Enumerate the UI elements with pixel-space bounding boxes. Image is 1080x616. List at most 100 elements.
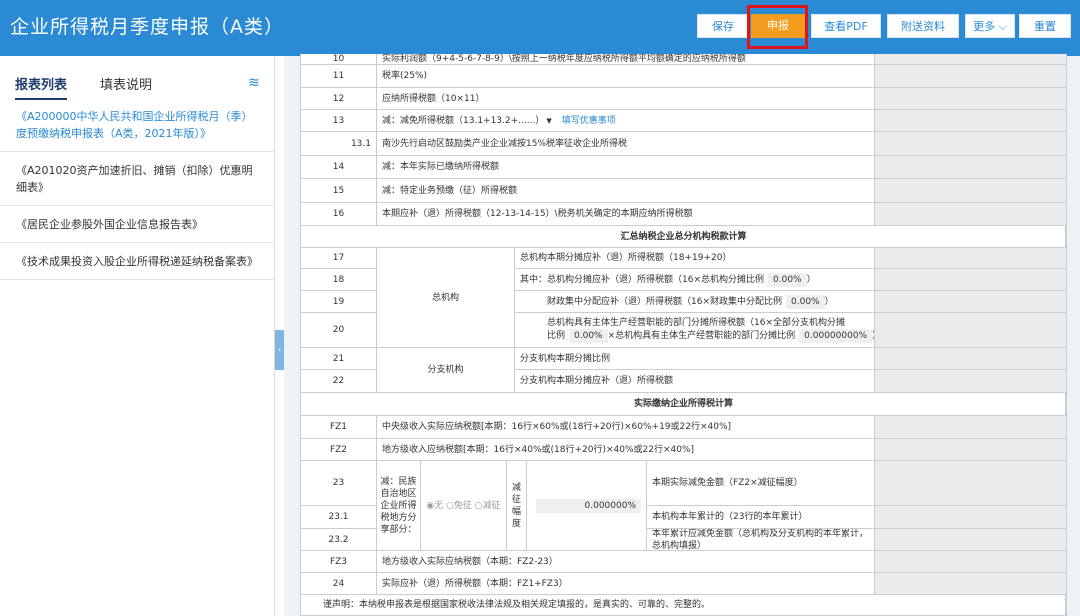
- row-fz1-value[interactable]: [875, 416, 1067, 439]
- row-22-num: 22: [301, 370, 377, 393]
- row-17-value[interactable]: [875, 248, 1067, 269]
- row-23-num: 23: [301, 461, 377, 506]
- fill-preferential-link[interactable]: 填写优惠事项: [562, 115, 616, 127]
- save-button[interactable]: 保存: [697, 14, 749, 38]
- row-15-num: 15: [301, 179, 377, 203]
- branch-label: 分支机构: [377, 348, 515, 393]
- radio-exempt[interactable]: ○免征: [446, 500, 472, 512]
- row-19-cell: 财政集中分配应补（退）所得税额（16×财政集中分配比例 0.00%）: [515, 291, 875, 313]
- row-10-label: 实际利润额（9+4-5-6-7-8-9）\按照上一纳税年度应纳税所得额平均额确定…: [377, 54, 875, 65]
- reduction-rate-cell: 0.000000%: [527, 461, 647, 551]
- more-label: 更多: [973, 20, 996, 33]
- row-fz3-num: FZ3: [301, 551, 377, 573]
- tab-report-list[interactable]: 报表列表: [15, 74, 68, 100]
- row-20-line-2: 比例0.00%×总机构具有主体生产经营职能的部门分摊比例0.00000000%）: [547, 329, 874, 343]
- ethnic-autonomous-label: 减：民族自治地区企业所得税地方分享部分：: [377, 461, 421, 551]
- row-23-1-num: 23.1: [301, 506, 377, 529]
- row-13-num: 13: [301, 110, 377, 132]
- row-20-ratio-2[interactable]: 0.00000000%: [799, 329, 873, 343]
- declaration-table: 10 实际利润额（9+4-5-6-7-8-9）\按照上一纳税年度应纳税所得额平均…: [300, 54, 1067, 616]
- row-20-num: 20: [301, 313, 377, 348]
- row-13-label: 减：减免所得税额（13.1+13.2+......）: [382, 115, 545, 126]
- sidebar-item-a201020[interactable]: 《A201020资产加速折旧、摊销（扣除）优惠明细表》: [0, 152, 274, 206]
- row-20-value[interactable]: [875, 313, 1067, 348]
- sidebar-item-tech-deferral[interactable]: 《技术成果投资入股企业所得税递延纳税备案表》: [0, 243, 274, 280]
- highlight-box: [747, 5, 808, 49]
- attachments-button[interactable]: 附送资料: [887, 14, 959, 38]
- row-20-cell: 总机构具有主体生产经营职能的部门分摊所得税额（16×全部分支机构分摊 比例 0.0…: [515, 313, 875, 348]
- row-19-ratio[interactable]: 0.00%: [786, 294, 825, 309]
- row-fz2-label: 地方级收入应纳税额[本期：16行×40%或(18行+20行)×40%或22行×4…: [377, 439, 875, 461]
- row-20-label-2: 比例: [547, 331, 566, 341]
- row-20-ratio-1[interactable]: 0.00%: [569, 329, 608, 343]
- row-14-value[interactable]: [875, 156, 1067, 179]
- collapse-sidebar-handle[interactable]: ‹: [275, 330, 284, 370]
- row-fz1-label: 中央级收入实际应纳税额[本期：16行×60%或(18行+20行)×60%+19或…: [377, 416, 875, 439]
- row-13-value[interactable]: [875, 110, 1067, 132]
- row-24-num: 24: [301, 573, 377, 595]
- page-title: 企业所得税月季度申报（A类）: [10, 16, 284, 38]
- row-12-num: 12: [301, 88, 377, 110]
- row-13-1-value[interactable]: [875, 132, 1067, 156]
- row-23-1-label: 本机构本年累计的（23行的本年累计）: [647, 506, 875, 529]
- row-16-label: 本期应补（退）所得税额（12-13-14-15）\税务机关确定的本期应纳所得税额: [377, 203, 875, 226]
- layers-icon[interactable]: ≋: [248, 75, 260, 91]
- row-10-value[interactable]: [875, 54, 1067, 65]
- row-16-num: 16: [301, 203, 377, 226]
- row-23-2-num: 23.2: [301, 529, 377, 551]
- row-12-label: 应纳所得税额（10×11）: [377, 88, 875, 110]
- sidebar-item-a200000[interactable]: 《A200000中华人民共和国企业所得税月（季）度预缴纳税申报表（A类，2021…: [0, 98, 274, 152]
- row-23-label: 本期实际减免金额（FZ2×减征幅度）: [647, 461, 875, 506]
- radio-reduce[interactable]: ○减征: [475, 500, 501, 512]
- row-13-1-num: 13.1: [301, 132, 377, 156]
- row-11-value[interactable]: [875, 65, 1067, 88]
- row-18-end: ）: [806, 274, 816, 285]
- chevron-down-icon: ⌵: [995, 20, 1007, 33]
- row-fz2-value[interactable]: [875, 439, 1067, 461]
- sidebar-item-foreign-info[interactable]: 《居民企业参股外国企业信息报告表》: [0, 206, 274, 243]
- tab-instructions[interactable]: 填表说明: [100, 74, 152, 93]
- row-21-value[interactable]: [875, 348, 1067, 370]
- sidebar-tabs: 报表列表 填表说明 ≋: [0, 56, 274, 100]
- row-15-value[interactable]: [875, 179, 1067, 203]
- sidebar: 报表列表 填表说明 ≋ 《A200000中华人民共和国企业所得税月（季）度预缴纳…: [0, 56, 275, 616]
- row-18-value[interactable]: [875, 269, 1067, 291]
- row-17-label: 总机构本期分摊应补（退）所得税额（18+19+20）: [515, 248, 875, 269]
- row-fz1-num: FZ1: [301, 416, 377, 439]
- row-23-1-value[interactable]: [875, 506, 1067, 529]
- row-22-value[interactable]: [875, 370, 1067, 393]
- row-19-value[interactable]: [875, 291, 1067, 313]
- dropdown-triangle-icon[interactable]: ▼: [546, 115, 551, 127]
- row-18-num: 18: [301, 269, 377, 291]
- row-19-num: 19: [301, 291, 377, 313]
- row-24-value[interactable]: [875, 573, 1067, 595]
- row-18-label: 其中：总机构分摊应补（退）所得税额（16×总机构分摊比例: [520, 274, 764, 285]
- section-head-consolidated: 汇总纳税企业总分机构税款计算: [301, 226, 1067, 248]
- view-pdf-button[interactable]: 查看PDF: [811, 14, 881, 38]
- row-fz3-value[interactable]: [875, 551, 1067, 573]
- row-23-2-value[interactable]: [875, 529, 1067, 551]
- row-fz3-label: 地方级收入实际应纳税额（本期：FZ2-23）: [377, 551, 875, 573]
- row-16-value[interactable]: [875, 203, 1067, 226]
- declaration-statement: 谨声明：本纳税申报表是根据国家税收法律法规及相关规定填报的，是真实的、可靠的、完…: [301, 595, 1067, 616]
- reset-button[interactable]: 重置: [1019, 14, 1071, 38]
- radio-none[interactable]: ◉无: [426, 500, 443, 512]
- row-18-cell: 其中：总机构分摊应补（退）所得税额（16×总机构分摊比例 0.00%）: [515, 269, 875, 291]
- row-11-num: 11: [301, 65, 377, 88]
- row-21-num: 21: [301, 348, 377, 370]
- row-17-num: 17: [301, 248, 377, 269]
- row-10-num: 10: [301, 54, 377, 65]
- row-fz2-num: FZ2: [301, 439, 377, 461]
- row-22-label: 分支机构本期分摊应补（退）所得税额: [515, 370, 875, 393]
- row-23-2-label: 本年累计应减免金额（总机构及分支机构的本年累计，总机构填报）: [647, 529, 875, 551]
- row-19-label: 财政集中分配应补（退）所得税额（16×财政集中分配比例: [547, 296, 782, 307]
- reduction-rate-input[interactable]: 0.000000%: [536, 498, 641, 513]
- row-18-ratio[interactable]: 0.00%: [768, 272, 807, 287]
- row-12-value[interactable]: [875, 88, 1067, 110]
- more-button[interactable]: 更多 ⌵: [965, 14, 1015, 38]
- row-20-label-1: 总机构具有主体生产经营职能的部门分摊所得税额（16×全部分支机构分摊: [547, 318, 845, 328]
- row-14-label: 减：本年实际已缴纳所得税额: [377, 156, 875, 179]
- section-head-actual-tax: 实际缴纳企业所得税计算: [301, 393, 1067, 416]
- row-24-label: 实际应补（退）所得税额（本期：FZ1+FZ3）: [377, 573, 875, 595]
- row-23-value[interactable]: [875, 461, 1067, 506]
